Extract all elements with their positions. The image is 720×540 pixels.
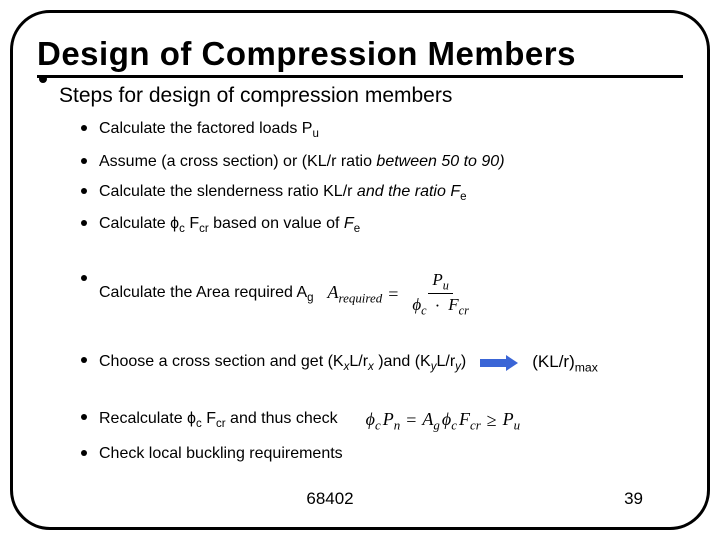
slide-footer: 68402 39 xyxy=(13,489,707,509)
slide-title: Design of Compression Members xyxy=(37,35,683,73)
list-item: Choose a cross section and get (KxL/rx )… xyxy=(81,346,683,381)
list-item: Assume (a cross section) or (KL/r ratio … xyxy=(81,147,683,177)
step-text: Assume (a cross section) or (KL/r ratio … xyxy=(99,152,505,172)
list-item: Calculate the Area required Ag Arequired… xyxy=(81,264,683,324)
list-item: Check local buckling requirements xyxy=(81,439,683,469)
step-text: Calculate the factored loads Pu xyxy=(99,119,319,142)
equation-area-required: Arequired = Pu ϕc · Fcr xyxy=(328,269,477,319)
step-text: Calculate ϕc Fcr based on value of Fe xyxy=(99,214,360,237)
arrow-right-icon xyxy=(480,356,518,370)
list-item: Recalculate ϕc Fcr and thus check ϕc Pn … xyxy=(81,403,683,439)
klr-max-label: (KL/r)max xyxy=(532,351,598,376)
slide-frame: Design of Compression Members Steps for … xyxy=(10,10,710,530)
equation-check: ϕc Pn = Ag ϕc Fcr ≥ Pu xyxy=(366,408,520,434)
list-item: Calculate the slenderness ratio KL/r and… xyxy=(81,177,683,210)
section-heading: Steps for design of compression members xyxy=(59,84,683,108)
step-text: Recalculate ϕc Fcr and thus check xyxy=(99,409,338,432)
page-number: 39 xyxy=(624,489,643,509)
list-item: Calculate ϕc Fcr based on value of Fe xyxy=(81,209,683,242)
step-text: Choose a cross section and get (KxL/rx )… xyxy=(99,352,466,375)
list-item: Calculate the factored loads Pu xyxy=(81,114,683,147)
bullet-icon xyxy=(39,75,47,83)
title-underline xyxy=(37,75,683,78)
step-text: Calculate the Area required Ag xyxy=(99,283,314,306)
step-text: Calculate the slenderness ratio KL/r and… xyxy=(99,182,467,205)
step-text: Check local buckling requirements xyxy=(99,444,343,464)
steps-list: Calculate the factored loads Pu Assume (… xyxy=(81,114,683,469)
course-id: 68402 xyxy=(306,489,353,509)
